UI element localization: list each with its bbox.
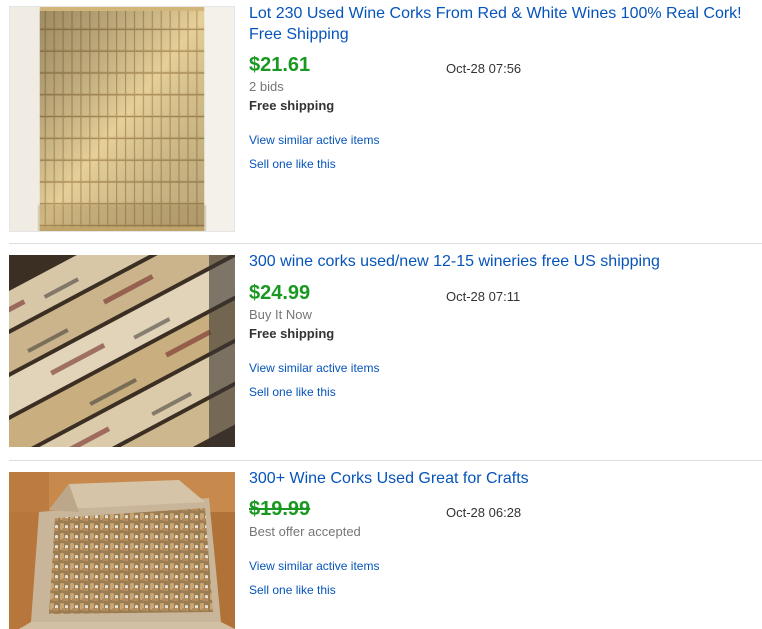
- view-similar-link[interactable]: View similar active items: [249, 361, 379, 375]
- item-price-struck: $19.99: [249, 498, 311, 520]
- item-price: $24.99: [249, 282, 311, 304]
- result-item: Lot 230 Used Wine Corks From Red & White…: [0, 0, 762, 243]
- sell-one-like-this-link[interactable]: Sell one like this: [249, 583, 336, 597]
- item-end-time: Oct-28 07:11: [446, 289, 521, 304]
- shipping-info: Free shipping: [249, 326, 335, 341]
- corks-in-rows-photo: [10, 7, 234, 231]
- item-end-time: Oct-28 07:56: [446, 61, 522, 76]
- sell-one-like-this-link[interactable]: Sell one like this: [249, 385, 336, 399]
- shipping-info: Free shipping: [249, 98, 335, 113]
- item-thumbnail[interactable]: [9, 472, 235, 629]
- sell-one-like-this-link[interactable]: Sell one like this: [249, 157, 336, 171]
- search-results-list: Lot 230 Used Wine Corks From Red & White…: [0, 0, 762, 629]
- view-similar-link[interactable]: View similar active items: [249, 133, 379, 147]
- item-price: $21.61: [249, 54, 311, 76]
- view-similar-link[interactable]: View similar active items: [249, 559, 379, 573]
- buy-it-now-label: Buy It Now: [249, 307, 312, 322]
- item-end-time: Oct-28 06:28: [446, 505, 522, 520]
- box-of-corks-photo: [9, 472, 235, 629]
- item-thumbnail[interactable]: [9, 255, 235, 447]
- best-offer-accepted-label: Best offer accepted: [249, 524, 361, 539]
- item-title-link[interactable]: Lot 230 Used Wine Corks From Red & White…: [249, 3, 749, 45]
- branded-corks-closeup-photo: [9, 255, 235, 447]
- result-item: 300 wine corks used/new 12-15 wineries f…: [0, 244, 762, 460]
- result-item: 300+ Wine Corks Used Great for Crafts $1…: [0, 461, 762, 629]
- item-title-link[interactable]: 300+ Wine Corks Used Great for Crafts: [249, 468, 749, 489]
- item-thumbnail[interactable]: [9, 6, 235, 232]
- bid-count: 2 bids: [249, 79, 284, 94]
- item-title-link[interactable]: 300 wine corks used/new 12-15 wineries f…: [249, 251, 749, 272]
